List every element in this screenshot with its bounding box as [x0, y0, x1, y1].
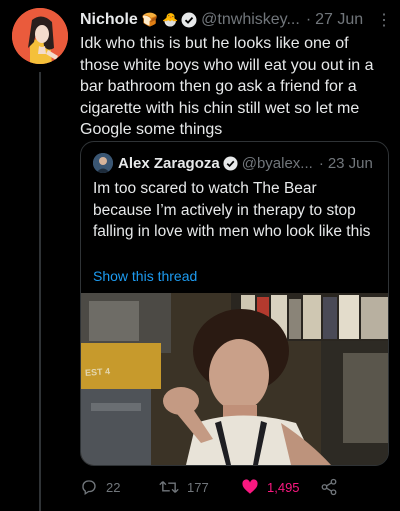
quoted-tweet[interactable]: Alex Zaragoza @byalex... · 23 Jun Im too…: [80, 141, 389, 466]
heart-icon: [242, 479, 258, 494]
like-button[interactable]: 1,495: [241, 478, 300, 496]
quoted-avatar[interactable]: [93, 153, 113, 173]
share-button[interactable]: [320, 478, 338, 496]
more-options-icon[interactable]: ⋮: [376, 10, 392, 30]
show-thread-link[interactable]: Show this thread: [93, 268, 197, 284]
quoted-tweet-header: Alex Zaragoza @byalex... · 23 Jun: [93, 153, 373, 173]
retweet-count: 177: [187, 479, 209, 495]
quoted-date[interactable]: 23 Jun: [328, 155, 373, 172]
quoted-author-handle[interactable]: @byalex...: [242, 155, 313, 172]
tweet-text: Idk who this is but he looks like one of…: [80, 35, 374, 138]
share-icon: [321, 478, 337, 496]
retweet-icon: [159, 481, 179, 493]
chick-emoji: 🐣: [161, 12, 179, 27]
tweet-date[interactable]: 27 Jun: [315, 11, 363, 29]
thread-line: [39, 72, 41, 511]
author-handle[interactable]: @tnwhiskey...: [201, 11, 300, 29]
reply-count: 22: [106, 479, 121, 495]
kitchen-photo: [81, 293, 388, 465]
quoted-separator: ·: [318, 154, 324, 172]
bread-emoji: 🍞: [141, 12, 158, 27]
reply-button[interactable]: 22: [80, 478, 120, 496]
like-count: 1,495: [267, 479, 300, 495]
separator: ·: [305, 11, 312, 28]
avatar-image: [12, 8, 68, 64]
tweet-header: Nichole 🍞 🐣 @tnwhiskey... · 27 Jun ⋮: [80, 8, 392, 32]
author-name[interactable]: Nichole: [80, 11, 138, 29]
verified-icon: [181, 12, 197, 28]
tweet: Nichole 🍞 🐣 @tnwhiskey... · 27 Jun ⋮ Idk…: [80, 8, 392, 141]
action-bar: 22 177 1,495: [80, 478, 400, 498]
quoted-media-image[interactable]: EST 4: [81, 293, 388, 465]
quoted-verified-icon: [223, 155, 238, 171]
quoted-tweet-text: Im too scared to watch The Bear because …: [93, 180, 371, 240]
sign-text: EST 4: [84, 366, 111, 378]
quoted-author-name[interactable]: Alex Zaragoza: [118, 155, 220, 172]
retweet-button[interactable]: 177: [159, 478, 209, 496]
reply-icon: [82, 480, 96, 496]
avatar[interactable]: [12, 8, 68, 64]
